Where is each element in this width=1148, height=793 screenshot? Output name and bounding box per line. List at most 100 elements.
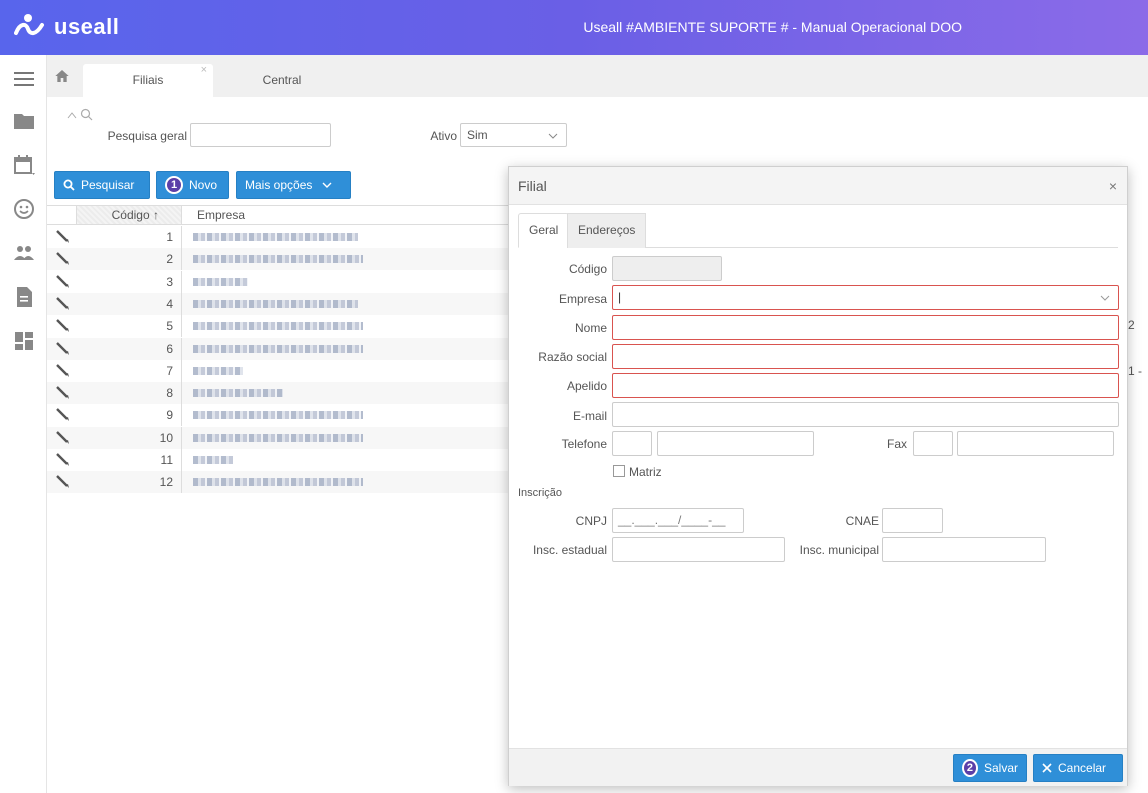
tab-filiais[interactable]: Filiais × xyxy=(83,64,213,97)
table-row[interactable]: 2 xyxy=(47,248,512,271)
chevron-down-icon xyxy=(548,133,558,139)
app-title: Useall #AMBIENTE SUPORTE # - Manual Oper… xyxy=(583,19,962,35)
close-icon[interactable]: × xyxy=(1109,178,1117,194)
step-badge: 1 xyxy=(165,176,183,194)
search-button[interactable]: Pesquisar xyxy=(54,171,150,199)
pencil-icon[interactable] xyxy=(56,453,70,467)
dialog-title: Filial xyxy=(518,178,547,194)
pencil-icon[interactable] xyxy=(56,430,70,445)
pencil-icon[interactable] xyxy=(56,341,70,356)
new-button-label: Novo xyxy=(189,178,218,192)
table-row[interactable]: 5 xyxy=(47,315,512,338)
table-row[interactable]: 10 xyxy=(47,426,512,449)
tab-home[interactable] xyxy=(47,55,81,97)
background-cell: 2 xyxy=(1128,318,1135,332)
cell-company-redacted xyxy=(193,433,363,442)
cell-company-redacted xyxy=(193,456,233,464)
phone-area-field[interactable] xyxy=(612,431,652,456)
cell-code: 2 xyxy=(76,248,182,271)
tab-addresses[interactable]: Endereços xyxy=(567,213,647,248)
cnae-label: CNAE xyxy=(845,514,879,528)
cell-code: 3 xyxy=(76,270,182,293)
pencil-icon[interactable] xyxy=(56,274,70,289)
menu-icon[interactable] xyxy=(12,67,36,91)
folder-icon[interactable] xyxy=(12,109,36,133)
company-label: Empresa xyxy=(558,292,607,306)
pencil-icon[interactable] xyxy=(56,297,70,311)
cnpj-label: CNPJ xyxy=(575,514,607,528)
table-row[interactable]: 1 xyxy=(47,226,512,248)
fax-number-field[interactable] xyxy=(957,431,1114,456)
cell-code: 4 xyxy=(76,292,182,315)
table-row[interactable]: 3 xyxy=(47,270,512,293)
cnae-field[interactable] xyxy=(882,508,943,533)
new-button[interactable]: 1 Novo xyxy=(156,171,229,199)
dialog-tabs: Geral Endereços xyxy=(518,213,1118,248)
cell-company-redacted xyxy=(193,366,243,375)
table-row[interactable]: 11 xyxy=(47,449,512,471)
pencil-icon[interactable] xyxy=(56,386,70,400)
pencil-icon[interactable] xyxy=(56,408,70,422)
pencil-icon[interactable] xyxy=(56,230,70,244)
headquarters-label: Matriz xyxy=(629,465,662,479)
code-label: Código xyxy=(568,262,607,276)
column-header-company[interactable]: Empresa xyxy=(197,206,245,224)
sidebar xyxy=(0,55,47,793)
nickname-field[interactable] xyxy=(612,373,1119,398)
tab-general[interactable]: Geral xyxy=(518,213,570,248)
dashboard-icon[interactable] xyxy=(12,329,36,353)
more-options-label: Mais opções xyxy=(245,178,313,192)
document-icon[interactable] xyxy=(12,285,36,309)
cell-code: 7 xyxy=(76,359,182,382)
column-header-code[interactable]: Código ↑ xyxy=(76,206,182,224)
close-icon xyxy=(1042,763,1052,773)
cell-company-redacted xyxy=(193,344,363,353)
code-field xyxy=(612,256,722,281)
filter-collapse-toggle[interactable] xyxy=(67,107,93,121)
pencil-icon[interactable] xyxy=(56,252,70,266)
corporate-name-field[interactable] xyxy=(612,344,1119,369)
company-select[interactable]: | xyxy=(612,285,1119,310)
tab-central[interactable]: Central xyxy=(217,64,347,97)
table-row[interactable]: 8 xyxy=(47,382,512,405)
city-registration-field[interactable] xyxy=(882,537,1046,562)
cell-code: 9 xyxy=(76,404,182,427)
name-field[interactable] xyxy=(612,315,1119,340)
tab-close-icon[interactable]: × xyxy=(201,54,207,87)
pencil-icon[interactable] xyxy=(56,363,70,378)
active-select[interactable]: Sim xyxy=(460,123,567,147)
more-options-button[interactable]: Mais opções xyxy=(236,171,351,199)
phone-number-field[interactable] xyxy=(657,431,814,456)
cancel-button-label: Cancelar xyxy=(1058,761,1107,775)
registration-section-label: Inscrição xyxy=(518,487,563,499)
active-select-value: Sim xyxy=(467,128,488,142)
people-icon[interactable] xyxy=(12,241,36,265)
cell-code: 5 xyxy=(76,315,182,338)
cell-company-redacted xyxy=(193,233,358,241)
corporate-name-label: Razão social xyxy=(538,350,607,364)
table-row[interactable]: 12 xyxy=(47,471,512,494)
search-button-label: Pesquisar xyxy=(81,178,135,192)
headquarters-checkbox[interactable] xyxy=(613,465,625,477)
state-registration-field[interactable] xyxy=(612,537,785,562)
cell-company-redacted xyxy=(193,411,363,420)
cancel-button[interactable]: Cancelar xyxy=(1033,754,1123,782)
table-row[interactable]: 4 xyxy=(47,292,512,315)
cnpj-field[interactable]: __.___.___/____-__ xyxy=(612,508,744,533)
save-button[interactable]: 2 Salvar xyxy=(953,754,1027,782)
email-field[interactable] xyxy=(612,402,1119,427)
table-row[interactable]: 6 xyxy=(47,337,512,360)
chevron-down-icon xyxy=(322,182,332,188)
cell-company-redacted xyxy=(193,277,248,286)
table-row[interactable]: 7 xyxy=(47,359,512,382)
pencil-icon[interactable] xyxy=(56,319,70,333)
tab-filiais-label: Filiais xyxy=(132,73,164,87)
table-row[interactable]: 9 xyxy=(47,404,512,427)
tab-bar: Filiais × Central xyxy=(47,55,1148,97)
fax-area-field[interactable] xyxy=(913,431,953,456)
logo[interactable]: useall xyxy=(14,13,119,41)
pencil-icon[interactable] xyxy=(56,475,70,489)
face-icon[interactable] xyxy=(12,197,36,221)
general-search-input[interactable] xyxy=(190,123,331,147)
calendar-icon[interactable] xyxy=(12,153,36,177)
